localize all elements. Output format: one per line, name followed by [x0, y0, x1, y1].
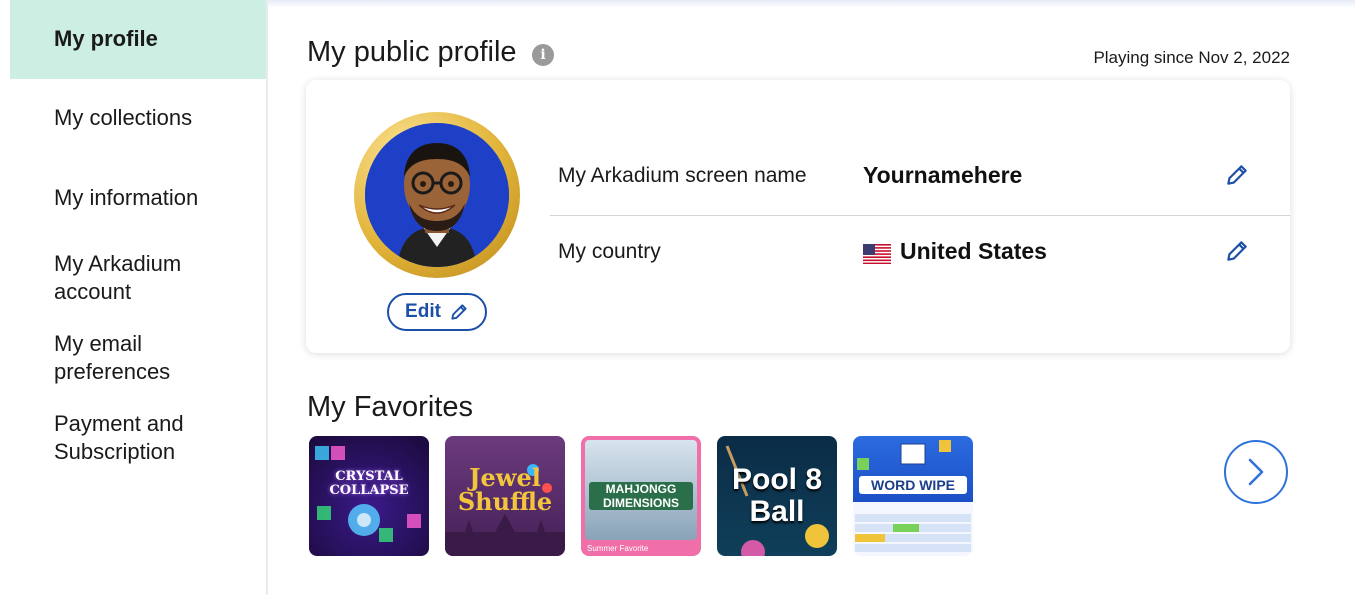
edit-avatar-button[interactable]: Edit — [387, 293, 487, 331]
country-row: My country United States — [550, 216, 1290, 292]
sidebar-item-label: My email preferences — [54, 331, 171, 384]
profile-page: My profile My collections My information… — [0, 0, 1355, 595]
favorite-game-word-wipe[interactable]: WORD WIPE — [853, 436, 973, 556]
sidebar-item-my-profile[interactable]: My profile — [10, 0, 266, 79]
us-flag-icon — [863, 244, 891, 264]
sidebar-item-label: My collections — [54, 105, 193, 130]
pencil-icon — [451, 304, 467, 320]
sidebar-item-payment-and-subscription[interactable]: Payment and Subscription — [10, 410, 220, 466]
favorites-title: My Favorites — [307, 391, 473, 423]
screen-name-value: Yournamehere — [863, 162, 1023, 188]
sidebar-item-my-information[interactable]: My information — [10, 184, 266, 212]
favorite-game-crystal-collapse[interactable]: CRYSTAL COLLAPSE — [309, 436, 429, 556]
game-title: MAHJONGG DIMENSIONS — [589, 482, 693, 510]
sidebar-item-label: My Arkadium account — [54, 251, 182, 304]
chevron-right-icon — [1248, 458, 1264, 486]
favorite-game-jewel-shuffle[interactable]: Jewel Shuffle — [445, 436, 565, 556]
country-label: My country — [558, 240, 661, 263]
edit-button-label: Edit — [405, 301, 441, 322]
sidebar-item-my-email-preferences[interactable]: My email preferences — [10, 330, 210, 386]
edit-screen-name-pencil-icon[interactable] — [1224, 162, 1250, 188]
sidebar-item-label: Payment and Subscription — [54, 411, 184, 464]
sidebar-item-my-collections[interactable]: My collections — [10, 104, 266, 132]
avatar — [354, 112, 520, 278]
top-shadow — [268, 0, 1355, 8]
info-icon[interactable]: i — [532, 44, 554, 66]
country-value: United States — [900, 238, 1047, 264]
sidebar-item-label: My information — [54, 185, 199, 210]
favorites-next-button[interactable] — [1224, 440, 1288, 504]
sidebar-item-my-arkadium-account[interactable]: My Arkadium account — [10, 250, 210, 306]
sidebar-item-label: My profile — [54, 25, 158, 51]
game-title: Jewel Shuffle — [457, 463, 553, 516]
screen-name-row: My Arkadium screen name Yournamehere — [550, 140, 1290, 216]
game-art-icon — [855, 440, 971, 552]
profile-card: Edit My Arkadium screen name Yournameher… — [306, 80, 1290, 353]
playing-since-text: Playing since Nov 2, 2022 — [1093, 48, 1290, 67]
page-title: My public profile — [307, 36, 517, 68]
sidebar: My profile My collections My information… — [0, 0, 268, 595]
avatar-image — [365, 123, 509, 267]
game-title: WORD WIPE — [859, 476, 967, 494]
favorite-game-pool-8-ball[interactable]: Pool 8 Ball — [717, 436, 837, 556]
edit-country-pencil-icon[interactable] — [1224, 238, 1250, 264]
game-title: CRYSTAL COLLAPSE — [329, 469, 409, 498]
game-badge: Summer Favorite — [587, 544, 649, 553]
favorite-game-mahjongg-dimensions[interactable]: MAHJONGG DIMENSIONS Summer Favorite — [581, 436, 701, 556]
game-title: Pool 8 Ball — [731, 463, 822, 528]
screen-name-label: My Arkadium screen name — [558, 164, 807, 187]
